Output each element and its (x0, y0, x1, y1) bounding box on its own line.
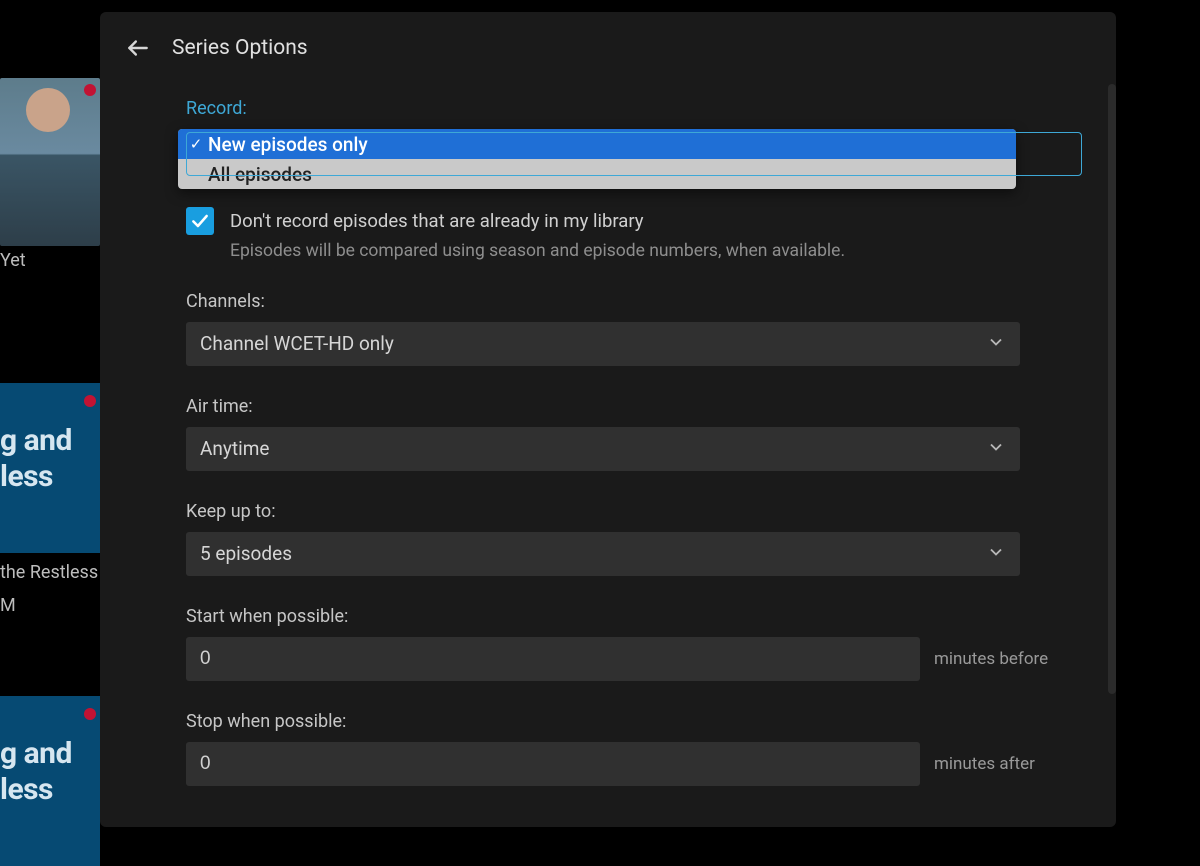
stop-suffix: minutes after (934, 754, 1035, 774)
start-input[interactable] (186, 637, 920, 681)
bg-card-title-line1: g and (0, 423, 100, 459)
skip-library-text: Don't record episodes that are already i… (230, 207, 644, 237)
bg-card-title-line2: less (0, 459, 100, 495)
scrollbar[interactable] (1108, 84, 1116, 694)
arrow-left-icon (125, 35, 151, 61)
chevron-down-icon (986, 437, 1006, 461)
stop-label: Stop when possible: (186, 711, 1086, 732)
record-option-new-episodes[interactable]: ✓ New episodes only (178, 129, 1016, 159)
bg-label-3: M (0, 595, 16, 616)
keep-select[interactable]: 5 episodes (186, 532, 1020, 576)
checkmark-icon (190, 211, 210, 231)
bg-card-title-line2: less (0, 772, 100, 808)
bg-card-2: g and less (0, 696, 100, 866)
bg-card-title-line1: g and (0, 736, 100, 772)
dialog-body: Record: ✓ New episodes only ✓ All episod… (100, 84, 1116, 827)
record-dropdown-listbox[interactable]: ✓ New episodes only ✓ All episodes (178, 129, 1016, 189)
option-label: New episodes only (208, 133, 368, 156)
background-layer: Yet g and less the Restless M g and less (0, 0, 100, 827)
channels-select[interactable]: Channel WCET-HD only (186, 322, 1020, 366)
airtime-label: Air time: (186, 396, 1086, 417)
start-input-row: minutes before (186, 637, 1086, 681)
keep-label: Keep up to: (186, 501, 1086, 522)
airtime-value: Anytime (200, 437, 269, 460)
skip-library-row: Don't record episodes that are already i… (186, 207, 1086, 237)
channels-label: Channels: (186, 291, 1086, 312)
start-label: Start when possible: (186, 606, 1086, 627)
record-label: Record: (186, 98, 1086, 119)
dialog-title: Series Options (172, 36, 308, 60)
start-suffix: minutes before (934, 649, 1048, 669)
bg-label-2: the Restless (0, 562, 98, 583)
keep-value: 5 episodes (200, 542, 292, 565)
bg-label-1: Yet (0, 250, 26, 271)
stop-input[interactable] (186, 742, 920, 786)
recording-dot-icon (84, 708, 96, 720)
dialog-header: Series Options (100, 12, 1116, 84)
bg-card-1: g and less (0, 383, 100, 553)
series-options-dialog: Series Options Record: ✓ New episodes on… (100, 12, 1116, 827)
check-icon: ✓ (188, 135, 204, 153)
stop-input-row: minutes after (186, 742, 1086, 786)
skip-library-checkbox[interactable] (186, 207, 214, 235)
skip-library-subtext: Episodes will be compared using season a… (230, 241, 1086, 261)
channels-value: Channel WCET-HD only (200, 332, 394, 355)
chevron-down-icon (986, 332, 1006, 356)
recording-dot-icon (84, 395, 96, 407)
chevron-down-icon (986, 542, 1006, 566)
back-button[interactable] (122, 32, 154, 64)
airtime-select[interactable]: Anytime (186, 427, 1020, 471)
bg-thumbnail-person (0, 78, 100, 246)
record-option-all-episodes[interactable]: ✓ All episodes (178, 159, 1016, 189)
recording-dot-icon (84, 84, 96, 96)
option-label: All episodes (208, 163, 312, 186)
